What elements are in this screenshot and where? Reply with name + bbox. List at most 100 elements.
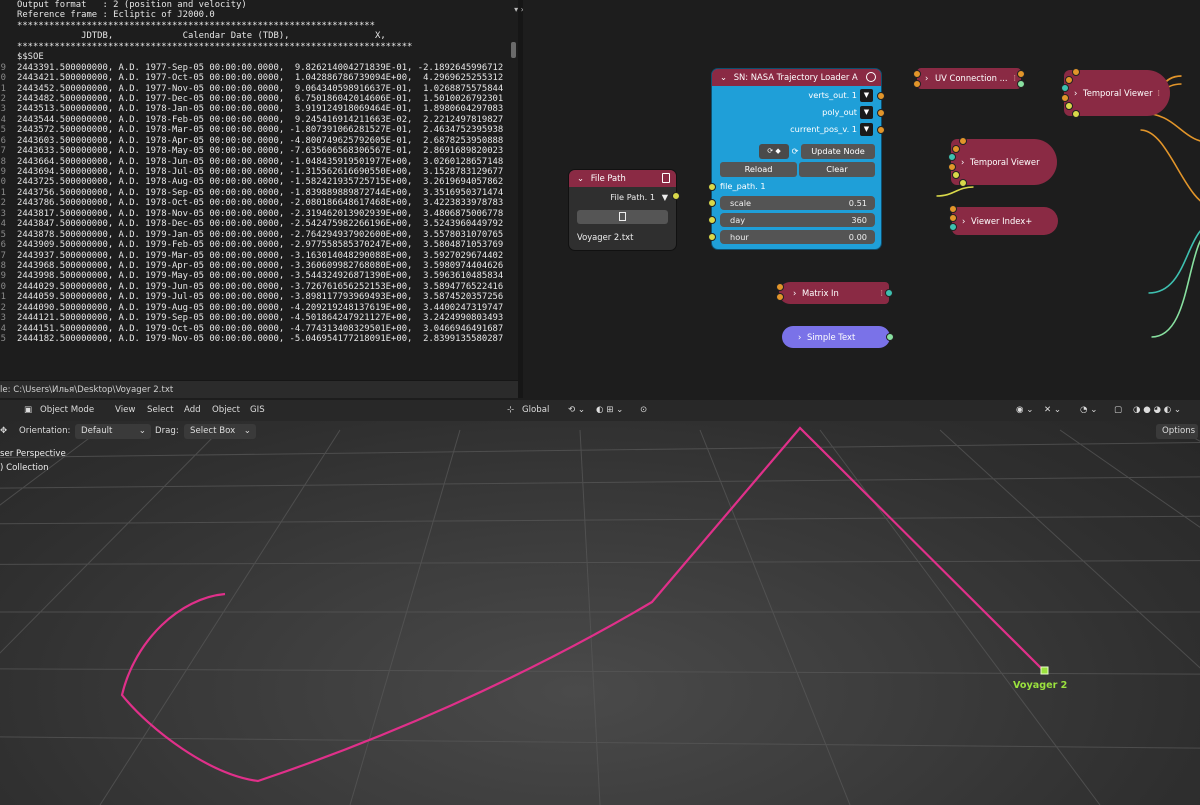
- text-line[interactable]: 1 2443452.500000000, A.D. 1977-Nov-05 00:…: [0, 84, 512, 94]
- text-line[interactable]: 9 2443391.500000000, A.D. 1977-Sep-05 00:…: [0, 63, 512, 73]
- uv-output-socket[interactable]: [1017, 70, 1025, 78]
- menu-view[interactable]: View: [115, 400, 135, 421]
- refresh-icon[interactable]: ⟳: [790, 144, 800, 159]
- matrix-socket-2[interactable]: [776, 293, 784, 301]
- loader-output-socket[interactable]: [877, 126, 885, 134]
- tv2-socket-3[interactable]: [948, 153, 956, 161]
- tv1-socket-5[interactable]: [1065, 102, 1073, 110]
- file-path-input-socket[interactable]: [708, 183, 716, 191]
- text-line[interactable]: 5 2443878.500000000, A.D. 1979-Jan-05 00:…: [0, 230, 512, 240]
- text-line[interactable]: JDTDB, Calendar Date (TDB), X,: [0, 31, 512, 41]
- text-line[interactable]: 3 2443817.500000000, A.D. 1978-Nov-05 00:…: [0, 209, 512, 219]
- uv-output-socket-2[interactable]: [1017, 80, 1025, 88]
- text-line[interactable]: 9 2443998.500000000, A.D. 1979-May-05 00:…: [0, 271, 512, 281]
- dropdown-arrow-icon[interactable]: ▼: [662, 192, 668, 202]
- menu-object[interactable]: Object: [212, 400, 240, 421]
- menu-add[interactable]: Add: [184, 400, 201, 421]
- field-input-socket[interactable]: [708, 199, 716, 207]
- loader-output-socket[interactable]: [877, 92, 885, 100]
- transform-orientation-dropdown[interactable]: Global: [522, 400, 549, 421]
- dropdown-arrow-icon[interactable]: ▼: [860, 89, 873, 102]
- tv2-socket-5[interactable]: [952, 171, 960, 179]
- transform-orientation-icon[interactable]: ⊹: [507, 400, 514, 421]
- tv1-socket-3[interactable]: [1061, 84, 1069, 92]
- text-line[interactable]: 0 2444029.500000000, A.D. 1979-Jun-05 00:…: [0, 282, 512, 292]
- loader-node-header[interactable]: ⌄ SN: NASA Trajectory Loader A: [712, 69, 881, 86]
- text-line[interactable]: 0 2443725.500000000, A.D. 1978-Aug-05 00:…: [0, 177, 512, 187]
- temporal-viewer-node-1[interactable]: › Temporal Viewer ⁞: [1061, 68, 1170, 118]
- open-file-button[interactable]: [577, 210, 668, 224]
- reload-button[interactable]: Reload: [720, 162, 797, 177]
- tv1-socket-4[interactable]: [1061, 94, 1069, 102]
- chevron-right-icon[interactable]: ›: [925, 73, 928, 83]
- simple-text-node[interactable]: › Simple Text: [782, 326, 894, 348]
- temporal-viewer-node-2[interactable]: › Temporal Viewer: [948, 137, 1057, 187]
- tv1-socket-6[interactable]: [1072, 110, 1080, 118]
- snap-icon[interactable]: ◐ ⊞ ⌄: [596, 400, 623, 421]
- drag-dropdown[interactable]: Select Box ⌄: [184, 424, 256, 439]
- vi-socket-1[interactable]: [949, 205, 957, 213]
- text-line[interactable]: 3 2443513.500000000, A.D. 1978-Jan-05 00:…: [0, 104, 512, 114]
- loader-field-day[interactable]: day 360: [720, 213, 875, 227]
- text-line[interactable]: 5 2443572.500000000, A.D. 1978-Mar-05 00:…: [0, 125, 512, 135]
- chevron-right-icon[interactable]: ›: [961, 157, 964, 167]
- text-line[interactable]: 9 2443694.500000000, A.D. 1978-Jul-05 00:…: [0, 167, 512, 177]
- tv1-socket-2[interactable]: [1065, 76, 1073, 84]
- uv-connection-node[interactable]: › UV Connection ... ⁞: [913, 68, 1025, 89]
- dropdown-arrow-icon[interactable]: ▼: [860, 106, 873, 119]
- field-input-socket[interactable]: [708, 233, 716, 241]
- update-node-button[interactable]: Update Node: [801, 144, 875, 159]
- file-path-node[interactable]: ⌄ File Path File Path. 1 ▼ Voyager 2.txt: [569, 170, 680, 250]
- text-line[interactable]: Reference frame : Ecliptic of J2000.0: [0, 10, 512, 20]
- text-line[interactable]: $$SOE: [0, 52, 512, 62]
- object-mode-icon[interactable]: ▣: [24, 400, 32, 421]
- text-editor-scrollbar[interactable]: [511, 42, 516, 58]
- text-line[interactable]: 4 2443847.500000000, A.D. 1978-Dec-05 00:…: [0, 219, 512, 229]
- tv2-socket-4[interactable]: [948, 163, 956, 171]
- text-editor-area[interactable]: Output format : 2 (position and velocity…: [0, 0, 518, 398]
- node-editor-area[interactable]: ⌄ File Path File Path. 1 ▼ Voyager 2.txt…: [523, 0, 1200, 398]
- chevron-right-icon[interactable]: ›: [1074, 88, 1077, 98]
- text-line[interactable]: 8 2443968.500000000, A.D. 1979-Apr-05 00:…: [0, 261, 512, 271]
- chevron-right-icon[interactable]: ›: [962, 216, 965, 226]
- options-button[interactable]: Options: [1156, 424, 1198, 439]
- text-line[interactable]: 3 2444121.500000000, A.D. 1979-Sep-05 00:…: [0, 313, 512, 323]
- text-line[interactable]: ****************************************…: [0, 21, 512, 31]
- chevron-right-icon[interactable]: ›: [798, 332, 801, 342]
- uv-input-socket[interactable]: [913, 70, 921, 78]
- loader-field-hour[interactable]: hour 0.00: [720, 230, 875, 244]
- simple-text-output-socket[interactable]: [886, 333, 894, 341]
- text-line[interactable]: 0 2443421.500000000, A.D. 1977-Oct-05 00:…: [0, 73, 512, 83]
- voyager-object-marker[interactable]: [1040, 666, 1049, 675]
- field-input-socket[interactable]: [708, 216, 716, 224]
- text-line[interactable]: 1 2444059.500000000, A.D. 1979-Jul-05 00:…: [0, 292, 512, 302]
- text-line[interactable]: 1 2443756.500000000, A.D. 1978-Sep-05 00:…: [0, 188, 512, 198]
- text-line[interactable]: 5 2444182.500000000, A.D. 1979-Nov-05 00:…: [0, 334, 512, 344]
- text-line[interactable]: 4 2443544.500000000, A.D. 1978-Feb-05 00:…: [0, 115, 512, 125]
- text-line[interactable]: 7 2443633.500000000, A.D. 1978-May-05 00:…: [0, 146, 512, 156]
- text-line[interactable]: 4 2444151.500000000, A.D. 1979-Oct-05 00:…: [0, 324, 512, 334]
- menu-gis[interactable]: GIS: [250, 400, 265, 421]
- tv2-socket-2[interactable]: [952, 145, 960, 153]
- tv1-socket-1[interactable]: [1072, 68, 1080, 76]
- text-line[interactable]: 2 2443786.500000000, A.D. 1978-Oct-05 00:…: [0, 198, 512, 208]
- clear-button[interactable]: Clear: [799, 162, 875, 177]
- matrix-in-node[interactable]: › Matrix In ⁞: [776, 282, 893, 304]
- text-line[interactable]: Output format : 2 (position and velocity…: [0, 0, 512, 10]
- text-line[interactable]: 7 2443937.500000000, A.D. 1979-Mar-05 00:…: [0, 251, 512, 261]
- text-line[interactable]: 8 2443664.500000000, A.D. 1978-Jun-05 00:…: [0, 157, 512, 167]
- text-line[interactable]: 6 2443909.500000000, A.D. 1979-Feb-05 00:…: [0, 240, 512, 250]
- collapse-chevron-icon[interactable]: ⌄: [577, 173, 584, 183]
- loader-field-scale[interactable]: scale 0.51: [720, 196, 875, 210]
- tv2-socket-1[interactable]: [959, 137, 967, 145]
- refresh-icon[interactable]: [866, 72, 876, 82]
- overlay-icon[interactable]: ◔ ⌄: [1080, 400, 1097, 421]
- visibility-icon[interactable]: ◉ ⌄: [1016, 400, 1033, 421]
- 3d-viewport[interactable]: ▣ Object Mode View Select Add Object GIS…: [0, 400, 1200, 805]
- object-mode-dropdown[interactable]: Object Mode: [40, 400, 94, 421]
- text-line[interactable]: 6 2443603.500000000, A.D. 1978-Apr-05 00:…: [0, 136, 512, 146]
- chevron-right-icon[interactable]: ›: [793, 288, 796, 298]
- loader-output-socket[interactable]: [877, 109, 885, 117]
- file-path-output-socket[interactable]: [672, 192, 680, 200]
- viewer-index-node[interactable]: › Viewer Index+: [949, 205, 1058, 235]
